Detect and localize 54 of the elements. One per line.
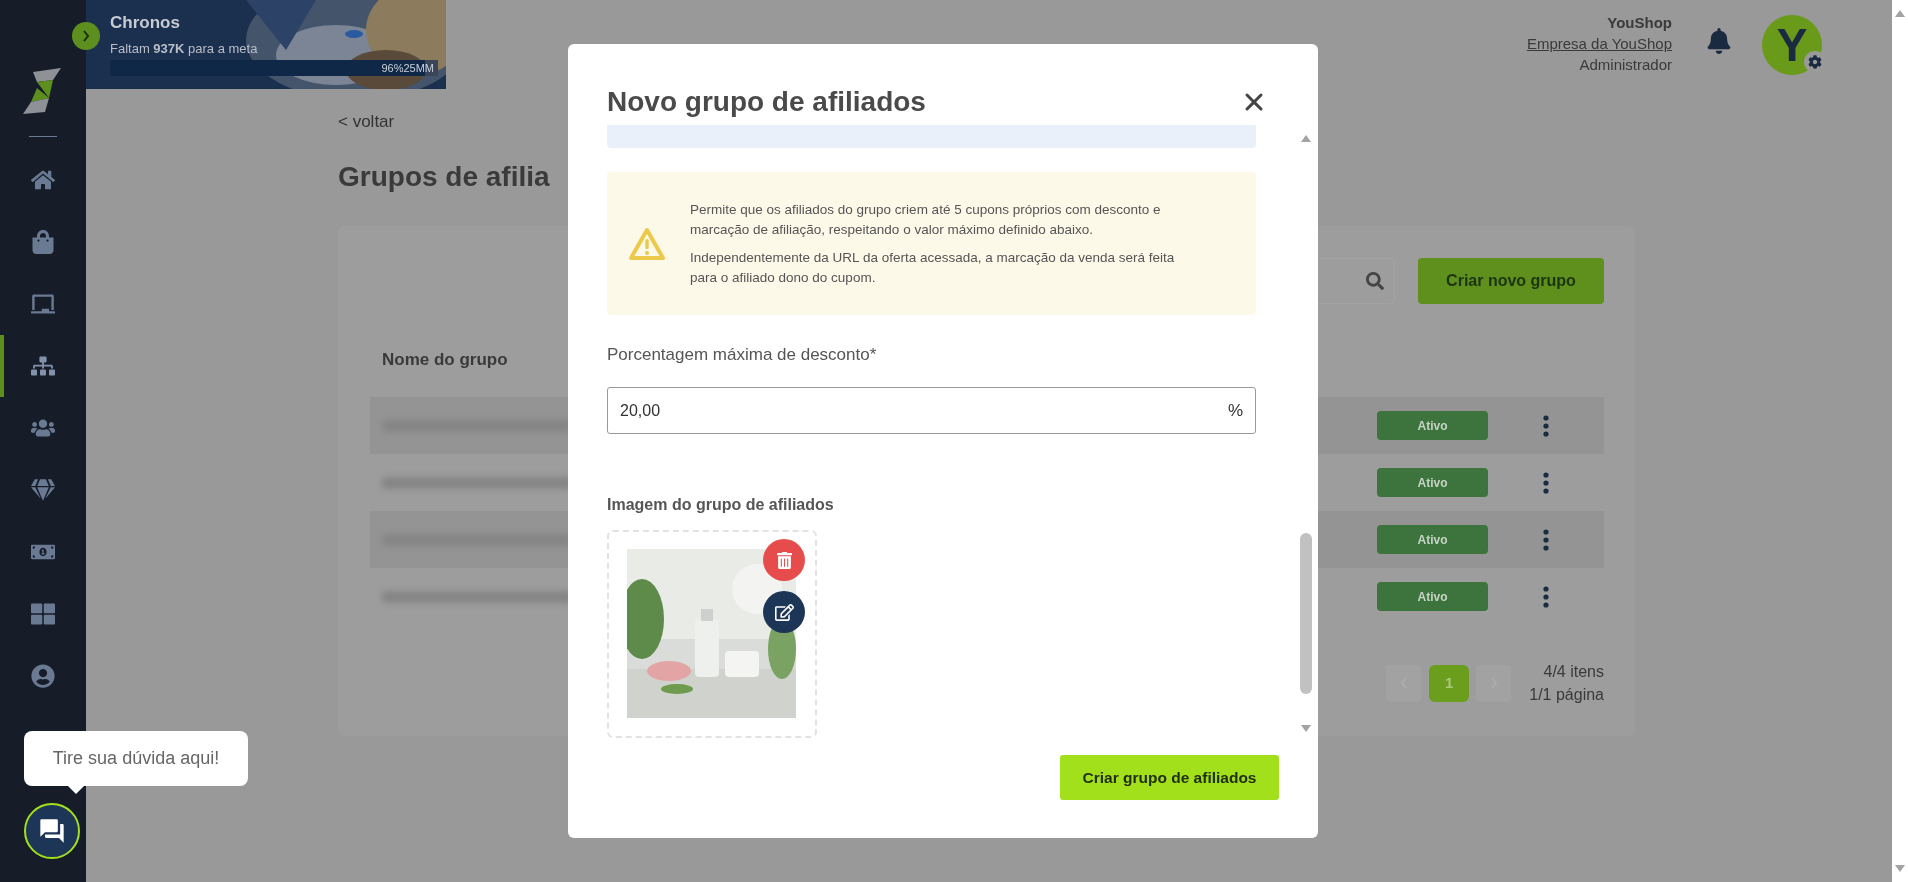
delete-image-button[interactable] — [763, 539, 805, 581]
more-options-icon[interactable] — [1543, 585, 1549, 608]
company-link[interactable]: Empresa da YouShop — [1526, 33, 1672, 54]
chevron-right-icon — [82, 30, 90, 42]
modal-title: Novo grupo de afiliados — [607, 85, 926, 119]
home-icon — [31, 168, 55, 192]
hierarchy-icon — [31, 354, 55, 378]
scroll-up-icon[interactable] — [1895, 10, 1905, 17]
scroll-down-icon[interactable] — [1301, 725, 1311, 732]
column-header: Nome do grupo — [382, 349, 508, 371]
percent-suffix: % — [1227, 399, 1243, 422]
bag-icon — [31, 230, 55, 254]
notification-bell-icon[interactable] — [1706, 27, 1732, 54]
notice-text: Independentemente da URL da oferta acessada, a marcação da venda será feita para o afiliado dono do cupom. — [690, 248, 1176, 287]
avatar-letter: Y — [1776, 21, 1808, 68]
chat-icon — [38, 817, 66, 845]
trash-icon — [775, 551, 793, 569]
goal-progress-label: 96%25MM — [381, 61, 434, 76]
image-label: Imagem do grupo de afiliados — [607, 495, 834, 515]
page-count: 1/1 página — [1529, 685, 1604, 705]
profile-icon — [31, 664, 55, 688]
more-options-icon[interactable] — [1543, 414, 1549, 437]
edit-icon — [774, 602, 794, 622]
back-link[interactable]: < voltar — [338, 112, 395, 132]
settings-icon — [1808, 54, 1822, 69]
status-badge: Ativo — [1377, 525, 1488, 554]
goal-title: Chronos — [110, 12, 181, 34]
discount-input[interactable]: 20,00 — [620, 398, 1228, 423]
items-count: 4/4 itens — [1543, 662, 1604, 682]
user-avatar[interactable]: Y — [1762, 14, 1822, 75]
logo[interactable] — [23, 68, 63, 114]
notice-text: Permite que os afiliados do grupo criem até 5 cupons próprios com desconto e marcação de afiliação, respeitando o valor máximo definido abaixo. — [690, 200, 1162, 239]
status-badge: Ativo — [1377, 411, 1488, 440]
more-options-icon[interactable] — [1543, 471, 1549, 494]
scroll-down-icon[interactable] — [1895, 865, 1905, 872]
chat-tooltip-text: Tire sua dúvida aqui! — [52, 747, 220, 770]
status-badge: Ativo — [1377, 582, 1488, 611]
discount-label: Porcentagem máxima de desconto* — [607, 344, 877, 366]
search-icon — [1366, 272, 1384, 290]
page-title: Grupos de afilia — [338, 160, 550, 194]
create-affiliate-group-button[interactable]: Criar grupo de afiliados — [1060, 755, 1279, 800]
goal-text: Faltam 937K para a meta — [110, 40, 258, 58]
more-options-icon[interactable] — [1543, 528, 1549, 551]
presentation-board-icon — [31, 292, 55, 316]
apps-icon — [31, 602, 55, 626]
shop-name: YouShop — [1607, 13, 1672, 33]
create-group-button[interactable]: Criar novo grupo — [1418, 258, 1604, 304]
scroll-thumb[interactable] — [1300, 533, 1312, 694]
user-role: Administrador — [1579, 55, 1672, 75]
warning-icon — [628, 226, 666, 261]
discount-field[interactable]: 20,00 % — [607, 387, 1256, 434]
scroll-up-icon[interactable] — [1301, 135, 1311, 142]
gem-icon — [31, 478, 55, 502]
status-badge: Ativo — [1377, 468, 1488, 497]
